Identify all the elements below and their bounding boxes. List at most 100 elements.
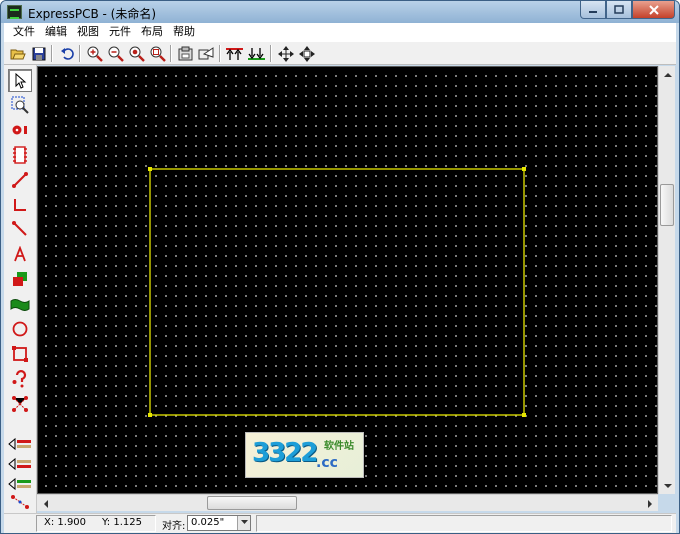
question-icon: [12, 369, 27, 387]
layer-top-icon: [226, 47, 243, 60]
minimize-button[interactable]: [580, 1, 606, 19]
netlist-icon: [12, 395, 28, 412]
trace-diagonal-icon: [12, 220, 27, 236]
chevron-down-icon: [663, 483, 672, 488]
filled-area-tool[interactable]: [8, 267, 32, 290]
layer-bottom-icon: [248, 47, 265, 60]
scroll-down-button[interactable]: [659, 477, 676, 494]
snap-grid-select[interactable]: 0.025": [187, 515, 251, 531]
chevron-right-icon: [647, 499, 652, 508]
snap-label: 对齐:: [162, 521, 186, 532]
close-button[interactable]: [632, 1, 675, 19]
pan-icon: [298, 45, 315, 62]
scroll-up-button[interactable]: [659, 66, 676, 83]
board-corner-handle[interactable]: [522, 167, 526, 171]
pointer-tool[interactable]: [8, 69, 32, 92]
ground-plane-tool[interactable]: [8, 292, 32, 315]
menu-file[interactable]: 文件: [8, 23, 40, 41]
zoom-area-button[interactable]: [148, 44, 167, 63]
board-corner-handle[interactable]: [522, 413, 526, 417]
undo-button[interactable]: [57, 44, 76, 63]
layer-all-icon: [11, 495, 29, 509]
component-tool[interactable]: [8, 143, 32, 166]
zoom-select-icon: [11, 96, 29, 114]
layer-bottom-copper-tool[interactable]: [8, 455, 32, 473]
snap-dropdown-arrow[interactable]: [237, 516, 250, 530]
pan-button[interactable]: [297, 44, 316, 63]
trace-corner-tool[interactable]: [8, 193, 32, 216]
close-icon: [648, 4, 659, 15]
zoom-area-icon: [150, 46, 166, 62]
zoom-in-button[interactable]: [85, 44, 104, 63]
menu-layout[interactable]: 布局: [136, 23, 168, 41]
send-order-button[interactable]: [197, 44, 216, 63]
pointer-icon: [15, 72, 27, 89]
layer-bottom-button[interactable]: [247, 44, 266, 63]
chevron-down-icon: [240, 520, 248, 524]
board-corner-handle[interactable]: [148, 413, 152, 417]
layer-top-copper-tool[interactable]: [8, 435, 32, 453]
trace-corner-icon: [14, 198, 26, 211]
maximize-button[interactable]: [606, 1, 632, 19]
save-button[interactable]: [29, 44, 48, 63]
menu-bar: 文件 编辑 视图 元件 布局 帮助: [4, 23, 676, 41]
move-button[interactable]: [276, 44, 295, 63]
text-icon: [14, 245, 26, 261]
layer-bottom-copper-icon: [8, 457, 31, 471]
zoom-out-button[interactable]: [106, 44, 125, 63]
layer-silkscreen-tool[interactable]: [8, 475, 32, 493]
circle-icon: [12, 321, 28, 336]
chevron-up-icon: [663, 72, 672, 77]
vertical-scrollbar[interactable]: [658, 66, 675, 494]
menu-help[interactable]: 帮助: [168, 23, 200, 41]
menu-view[interactable]: 视图: [72, 23, 104, 41]
board-outline[interactable]: [38, 67, 658, 494]
trace-icon: [12, 171, 28, 188]
scroll-left-button[interactable]: [37, 495, 54, 512]
layer-top-button[interactable]: [225, 44, 244, 63]
open-button[interactable]: [8, 44, 27, 63]
site-watermark: 3322 软件站 .cc: [245, 432, 364, 478]
app-window: ExpressPCB - (未命名) 文件 编辑 视图 元件 布局 帮助 332…: [0, 0, 680, 534]
menu-edit[interactable]: 编辑: [40, 23, 72, 41]
status-bar: X: 1.900 Y: 1.125 对齐: 0.025": [4, 513, 676, 533]
zoom-out-icon: [108, 46, 124, 62]
main-toolbar: [4, 41, 676, 65]
zoom-select-tool[interactable]: [8, 93, 32, 116]
text-tool[interactable]: [8, 242, 32, 265]
open-icon: [10, 49, 26, 59]
netlist-tool[interactable]: [8, 392, 32, 415]
properties-button[interactable]: [176, 44, 195, 63]
pcb-canvas[interactable]: [37, 66, 658, 494]
undo-icon: [60, 47, 74, 60]
trace-diagonal-tool[interactable]: [8, 217, 32, 240]
maximize-icon: [614, 5, 624, 14]
trace-tool[interactable]: [8, 168, 32, 191]
zoom-full-button[interactable]: [127, 44, 146, 63]
expresspcb-app-icon: [7, 5, 22, 19]
title-bar[interactable]: ExpressPCB - (未命名): [1, 1, 679, 23]
scroll-right-button[interactable]: [641, 495, 658, 512]
ground-plane-icon: [10, 298, 30, 311]
window-controls: [580, 1, 675, 19]
rectangle-tool[interactable]: [8, 342, 32, 365]
watermark-number: 3322: [252, 438, 318, 468]
minimize-icon: [589, 10, 597, 13]
vertical-scroll-thumb[interactable]: [660, 184, 674, 226]
cursor-y-readout: Y: 1.125: [102, 517, 142, 528]
menu-component[interactable]: 元件: [104, 23, 136, 41]
window-title: ExpressPCB - (未命名): [28, 7, 157, 21]
question-tool[interactable]: [8, 367, 32, 390]
component-icon: [13, 145, 27, 164]
horizontal-scrollbar[interactable]: [37, 494, 658, 511]
status-message-panel: [256, 515, 672, 532]
pad-icon: [12, 125, 27, 134]
layer-all-tool[interactable]: [8, 493, 32, 511]
circle-tool[interactable]: [8, 317, 32, 340]
rectangle-icon: [12, 345, 28, 362]
board-corner-handle[interactable]: [148, 167, 152, 171]
zoom-in-icon: [87, 46, 103, 62]
snap-grid-value: 0.025": [191, 517, 225, 528]
pad-tool[interactable]: [8, 118, 32, 141]
horizontal-scroll-thumb[interactable]: [207, 496, 297, 510]
